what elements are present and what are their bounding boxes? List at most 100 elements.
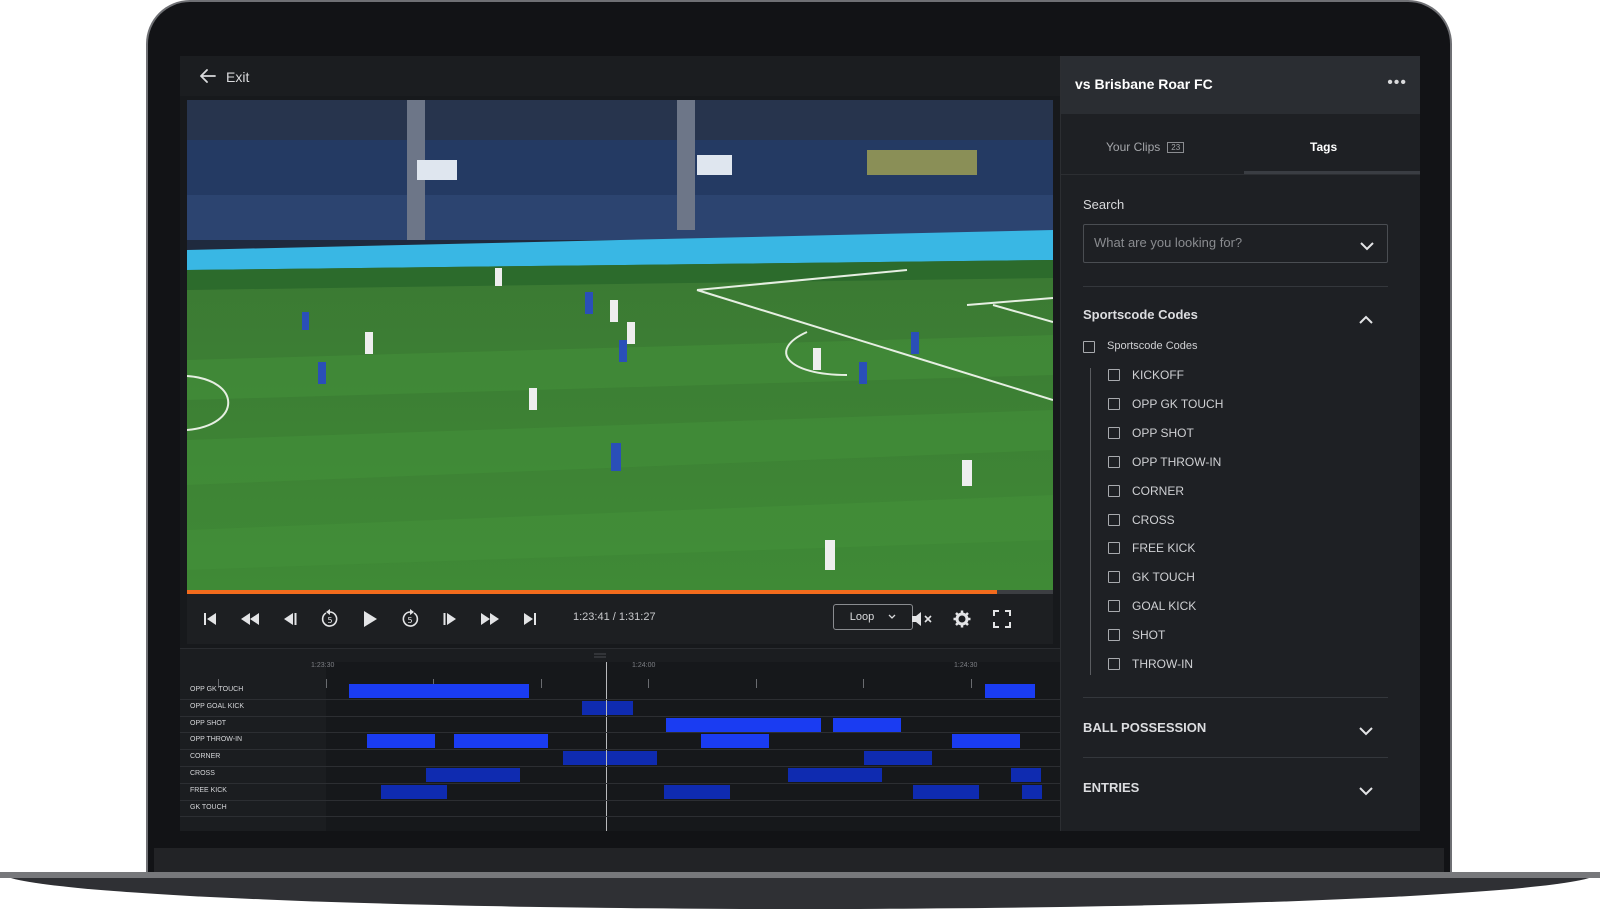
video-frame[interactable] [187, 100, 1053, 590]
sportscode-item-label: KICKOFF [1132, 368, 1185, 382]
timeline-row-divider [180, 715, 1060, 717]
time-tick [540, 679, 542, 688]
forward-5-icon[interactable]: 5 [398, 607, 422, 631]
tag-clip-segment[interactable] [788, 768, 882, 782]
tag-clip-segment[interactable] [664, 784, 730, 799]
divider [1083, 697, 1388, 698]
player-controls: 5 5 1:23:41 / 1:31:27 Loop [187, 594, 1053, 644]
tag-clip-segment[interactable] [454, 734, 548, 749]
sportscode-item-checkbox[interactable] [1108, 571, 1120, 584]
search-label: Search [1083, 197, 1125, 212]
sportscode-item-label: OPP SHOT [1132, 425, 1194, 440]
side-panel: vs Brisbane Roar FC ••• Your Clips 23 Tag… [1060, 56, 1420, 831]
loop-select[interactable]: Loop [833, 604, 913, 630]
tab-your-clips[interactable]: Your Clips 23 [1106, 140, 1185, 154]
svg-text:5: 5 [327, 616, 332, 625]
time-tick [325, 679, 327, 688]
active-tab-indicator [1244, 171, 1420, 174]
ball-possession-section-title[interactable]: BALL POSSESSION [1083, 720, 1206, 735]
timeline-track-label: FREE KICK [190, 786, 227, 794]
search-field[interactable] [1083, 224, 1388, 263]
timeline-track-label: OPP THROW-IN [190, 736, 243, 744]
chevron-up-icon[interactable] [1359, 311, 1373, 329]
exit-button[interactable]: Exit [200, 66, 249, 88]
chevron-down-icon[interactable] [1359, 723, 1373, 741]
tag-clip-segment[interactable] [1011, 768, 1041, 782]
skip-to-end-icon[interactable] [518, 607, 542, 631]
tag-clip-segment[interactable] [1022, 784, 1042, 799]
chevron-down-icon[interactable] [1359, 783, 1373, 801]
tag-clip-segment[interactable] [349, 684, 529, 698]
laptop-base [0, 872, 1600, 909]
tag-clip-segment[interactable] [913, 784, 979, 799]
sportscode-item-checkbox[interactable] [1108, 513, 1120, 526]
tag-clip-segment[interactable] [701, 734, 769, 749]
settings-gear-icon[interactable] [950, 607, 974, 631]
timeline-row-divider [180, 732, 1060, 734]
panel-tabs: Your Clips 23 Tags [1061, 114, 1420, 175]
step-back-icon[interactable] [278, 607, 302, 631]
sportscode-item-checkbox[interactable] [1108, 484, 1120, 497]
chevron-down-icon[interactable] [1360, 238, 1374, 256]
tab-tags[interactable]: Tags [1310, 140, 1337, 154]
tag-clip-segment[interactable] [985, 684, 1035, 698]
timeline-tracks[interactable]: 1:23:30 1:24:00 1:24:30 [218, 662, 1060, 831]
timeline-row-divider [180, 816, 1060, 818]
replay-5-icon[interactable]: 5 [318, 607, 342, 631]
timeline-row-divider [180, 799, 1060, 801]
resize-handle[interactable] [180, 648, 1060, 663]
timeline-playhead[interactable] [606, 662, 607, 831]
sportscode-item-checkbox[interactable] [1108, 369, 1120, 381]
match-footage [187, 100, 1053, 590]
skip-to-start-icon[interactable] [198, 607, 222, 631]
entries-section-title[interactable]: ENTRIES [1083, 780, 1139, 795]
timeline-row-divider [180, 782, 1060, 784]
sportscode-item-checkbox[interactable] [1108, 600, 1120, 613]
sportscode-section-title: Sportscode Codes [1083, 307, 1198, 322]
tag-clip-segment[interactable] [666, 717, 821, 732]
timeline-track-label: OPP GOAL KICK [190, 702, 245, 710]
tag-clip-segment[interactable] [582, 700, 633, 715]
tag-clip-segment[interactable] [952, 734, 1020, 749]
tag-clip-segment[interactable] [381, 784, 447, 799]
timeline-row-divider [180, 766, 1060, 767]
rewind-icon[interactable] [238, 607, 262, 631]
timeline-track-label: CROSS [190, 770, 215, 777]
time-tick [755, 679, 757, 688]
search-input[interactable] [1094, 235, 1344, 250]
timeline-track-label: OPP GK TOUCH [190, 686, 244, 693]
step-forward-icon[interactable] [438, 607, 462, 631]
sportscode-item-checkbox[interactable] [1108, 658, 1120, 670]
time-tick [970, 679, 972, 688]
tree-connector [1090, 368, 1091, 675]
clips-count-badge: 23 [1167, 142, 1185, 153]
mute-icon[interactable] [910, 607, 934, 631]
timeline-track-label: CORNER [190, 753, 221, 761]
sportscode-item-checkbox[interactable] [1108, 397, 1120, 410]
sportscode-item-checkbox[interactable] [1108, 426, 1120, 439]
tag-clip-segment[interactable] [563, 751, 657, 766]
time-tick-label: 1:24:00 [632, 662, 656, 669]
play-icon[interactable] [358, 607, 382, 631]
sportscode-item-checkbox[interactable] [1108, 629, 1120, 642]
tag-clip-segment[interactable] [426, 768, 520, 782]
exit-label: Exit [226, 69, 250, 85]
timeline-row-divider [180, 698, 1060, 700]
tag-timeline[interactable]: 1:23:30 1:24:00 1:24:30 OPP GK TOUCH OPP … [180, 662, 1060, 831]
fullscreen-icon[interactable] [990, 607, 1014, 631]
fast-forward-icon[interactable] [478, 607, 502, 631]
chevron-down-icon [888, 611, 896, 623]
tag-clip-segment[interactable] [367, 734, 435, 749]
match-title: vs Brisbane Roar FC [1075, 76, 1213, 92]
timeline-track-label: GK TOUCH [190, 803, 227, 811]
tag-clip-segment[interactable] [864, 751, 932, 766]
more-options-icon[interactable]: ••• [1387, 74, 1407, 92]
tag-clip-segment[interactable] [833, 717, 901, 732]
time-tick [648, 679, 649, 688]
tab-your-clips-label: Your Clips [1106, 140, 1161, 154]
sportscode-item-checkbox[interactable] [1108, 455, 1120, 468]
sportscode-item-checkbox[interactable] [1108, 542, 1120, 555]
sportscode-parent-checkbox[interactable] [1083, 341, 1095, 353]
svg-text:5: 5 [407, 616, 412, 625]
sportscode-item-label: SHOT [1132, 628, 1166, 643]
